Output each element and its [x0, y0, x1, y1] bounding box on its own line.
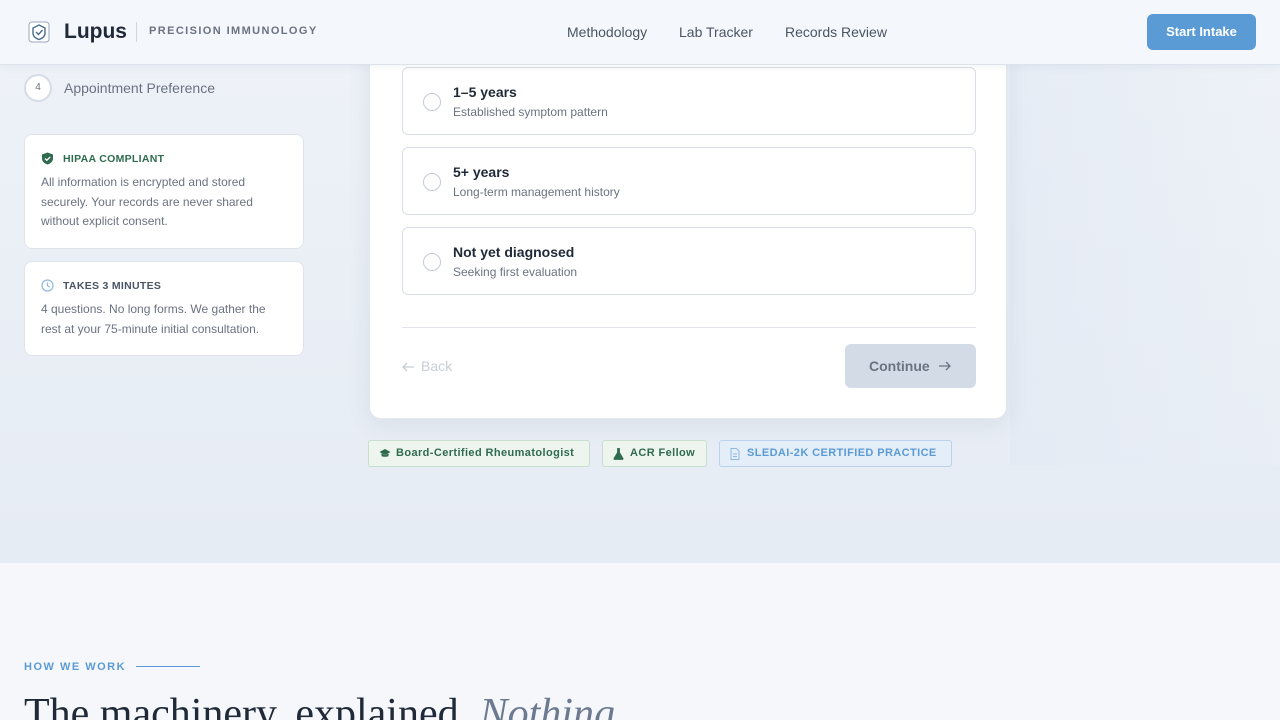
badge-sledai-certified: SLEDAI-2K CERTIFIED PRACTICE: [719, 440, 952, 467]
intake-form-card: 1–5 years Established symptom pattern 5+…: [369, 30, 1007, 419]
option-1-5-years[interactable]: 1–5 years Established symptom pattern: [402, 67, 976, 135]
option-subtitle: Established symptom pattern: [453, 105, 608, 119]
nav-records-review[interactable]: Records Review: [785, 24, 887, 40]
start-intake-button[interactable]: Start Intake: [1147, 14, 1256, 50]
graduation-cap-icon: [379, 449, 391, 457]
badge-label: Board-Certified Rheumatologist: [396, 447, 575, 459]
brand-divider: [136, 22, 137, 42]
shield-check-icon: [42, 152, 53, 165]
option-title: 1–5 years: [453, 84, 517, 100]
headline-text: The machinery, explained.: [24, 691, 470, 720]
option-subtitle: Seeking first evaluation: [453, 265, 578, 279]
option-title: Not yet diagnosed: [453, 244, 575, 260]
eyebrow-divider: [136, 666, 200, 667]
back-label: Back: [421, 358, 453, 374]
hipaa-text: All information is encrypted and stored …: [41, 175, 253, 228]
option-subtitle: Long-term management history: [453, 185, 620, 199]
badge-label: ACR Fellow: [630, 447, 696, 459]
badge-board-certified: Board-Certified Rheumatologist: [368, 440, 590, 467]
badge-acr-fellow: ACR Fellow: [602, 440, 707, 467]
hipaa-title: HIPAA COMPLIANT: [63, 153, 165, 165]
section-headline: The machinery, explained. Nothing: [24, 690, 615, 720]
top-header: Lupus PRECISION IMMUNOLOGY Methodology L…: [0, 0, 1280, 65]
back-button[interactable]: Back: [402, 358, 452, 374]
nav-lab-tracker[interactable]: Lab Tracker: [679, 24, 753, 40]
badge-label: SLEDAI-2K CERTIFIED PRACTICE: [747, 447, 937, 459]
continue-button[interactable]: Continue: [845, 344, 976, 388]
option-5-plus-years[interactable]: 5+ years Long-term management history: [402, 147, 976, 215]
headline-emphasis: Nothing: [479, 691, 615, 720]
option-not-diagnosed[interactable]: Not yet diagnosed Seeking first evaluati…: [402, 227, 976, 295]
radio-button[interactable]: [423, 173, 441, 191]
duration-info-card: TAKES 3 MINUTES 4 questions. No long for…: [24, 261, 304, 356]
hero-backdrop: [1010, 65, 1280, 465]
option-title: 5+ years: [453, 164, 510, 180]
flask-icon: [613, 448, 624, 460]
duration-title: TAKES 3 MINUTES: [63, 280, 162, 292]
document-icon: [730, 448, 740, 460]
arrow-left-icon: [402, 362, 414, 372]
radio-button[interactable]: [423, 93, 441, 111]
radio-button[interactable]: [423, 253, 441, 271]
clock-icon: [41, 279, 54, 292]
nav-methodology[interactable]: Methodology: [567, 24, 647, 40]
duration-text: 4 questions. No long forms. We gather th…: [41, 302, 266, 336]
arrow-right-icon: [939, 361, 951, 371]
form-divider: [402, 327, 976, 328]
brand-tagline: PRECISION IMMUNOLOGY: [149, 25, 318, 37]
hipaa-info-card: HIPAA COMPLIANT All information is encry…: [24, 134, 304, 249]
section-eyebrow: HOW WE WORK: [24, 661, 127, 673]
brand-name[interactable]: Lupus: [64, 20, 127, 44]
continue-label: Continue: [869, 358, 930, 374]
logo-icon: [28, 21, 50, 43]
step-label: Appointment Preference: [64, 80, 215, 96]
step-number: 4: [24, 74, 52, 102]
